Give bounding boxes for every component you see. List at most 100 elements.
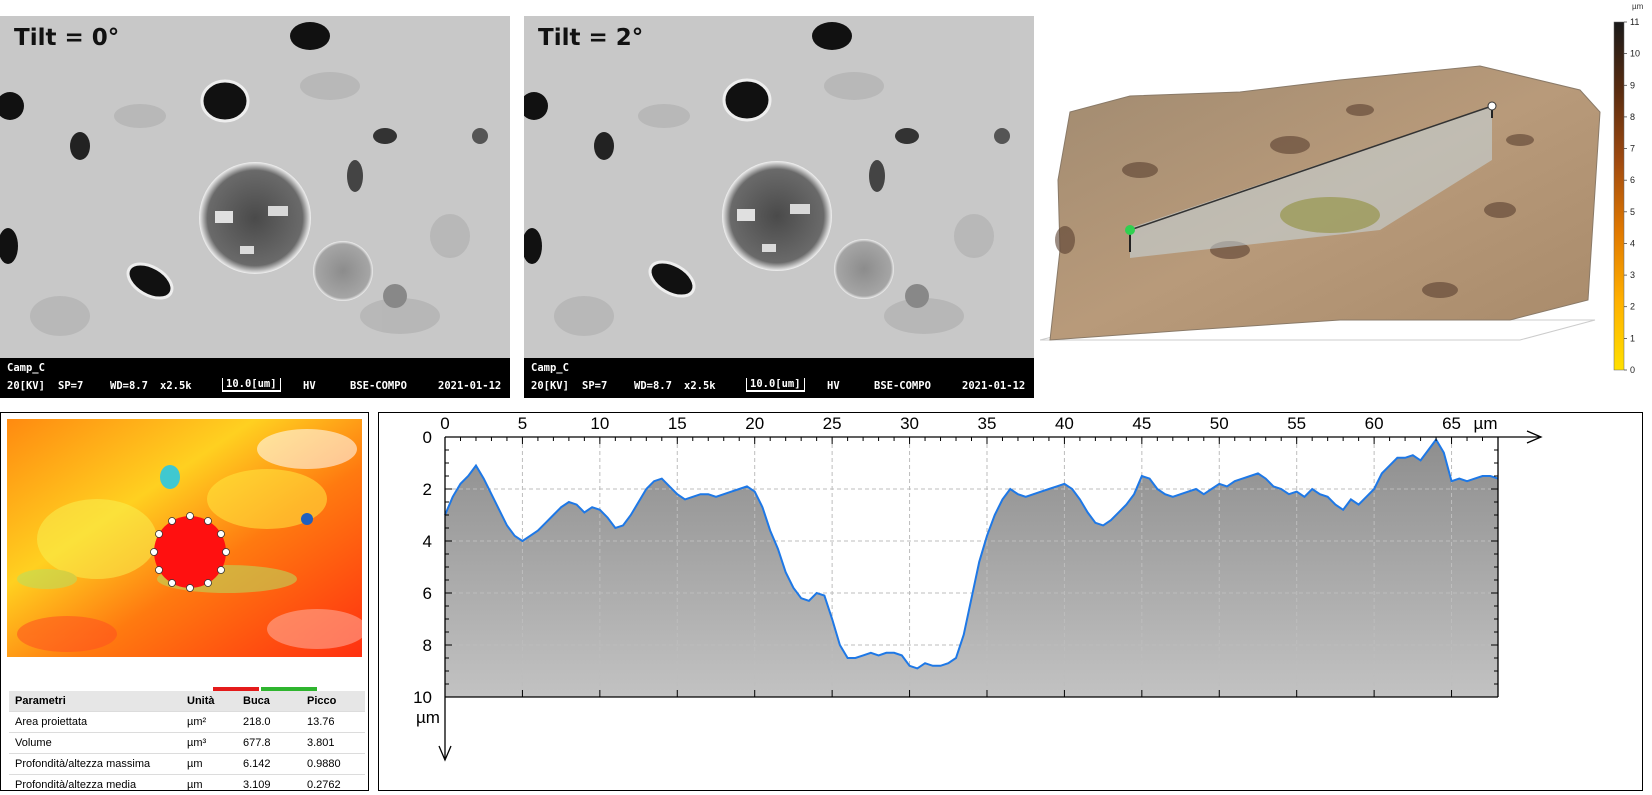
header-parametri: Parametri xyxy=(9,691,181,712)
x-tick-label: 40 xyxy=(1055,414,1074,433)
analysis-panel: Parametri Unità Buca Picco Area proietta… xyxy=(0,412,369,791)
table-row: Area proiettata µm² 218.0 13.76 xyxy=(9,712,365,733)
colorbar-tick-label: 5 xyxy=(1630,207,1635,217)
x-tick-label: 0 xyxy=(440,414,449,433)
x-tick-label: 30 xyxy=(900,414,919,433)
working-distance: WD=8.7 xyxy=(634,380,672,392)
profile-start-marker[interactable] xyxy=(1125,225,1135,235)
sem-info-bar: Camp_C 20[KV] SP=7 WD=8.7 x2.5k 10.0[um]… xyxy=(524,358,1034,398)
x-tick-label: 35 xyxy=(978,414,997,433)
y-tick-label: 6 xyxy=(423,584,432,603)
sem-image-tilt-2: Tilt = 2° Camp_C 20[KV] SP=7 WD=8.7 x2.5… xyxy=(524,16,1034,398)
param-buca: 3.109 xyxy=(237,775,301,795)
scale-bar: 10.0[um] xyxy=(746,378,805,392)
pore-cavity xyxy=(1280,197,1380,233)
table-row: Profondità/altezza massima µm 6.142 0.98… xyxy=(9,754,365,775)
spot-size: SP=7 xyxy=(58,380,83,392)
acquisition-date: 2021-01-12 xyxy=(438,380,501,392)
peak-spot xyxy=(160,465,180,489)
sample-name: Camp_C xyxy=(531,362,569,374)
y-tick-label: 0 xyxy=(423,428,432,447)
profile-chart: 05101520253035404550556065µm0246810µm xyxy=(379,413,1642,790)
scale-bar: 10.0[um] xyxy=(222,378,281,392)
x-tick-label: 15 xyxy=(668,414,687,433)
tilt-label: Tilt = 0° xyxy=(14,25,119,51)
colorbar-tick-label: 2 xyxy=(1630,302,1635,312)
colorbar-tick-label: 1 xyxy=(1630,333,1635,343)
param-name: Volume xyxy=(9,733,181,754)
param-picco: 3.801 xyxy=(301,733,365,754)
param-name: Profondità/altezza media xyxy=(9,775,181,795)
param-name: Profondità/altezza massima xyxy=(9,754,181,775)
y-unit-label: µm xyxy=(416,708,440,727)
param-buca: 218.0 xyxy=(237,712,301,733)
header-unita: Unità xyxy=(181,691,237,712)
table-header-row: Parametri Unità Buca Picco xyxy=(9,691,365,712)
working-distance: WD=8.7 xyxy=(110,380,148,392)
detector-mode: BSE-COMPO xyxy=(350,380,407,392)
surface-3d-view xyxy=(1040,0,1652,395)
acquisition-date: 2021-01-12 xyxy=(962,380,1025,392)
colorbar-tick-label: 11 xyxy=(1630,18,1639,27)
x-tick-label: 55 xyxy=(1287,414,1306,433)
hv-label: HV xyxy=(303,380,316,392)
colorbar-tick-label: 4 xyxy=(1630,238,1635,248)
y-tick-label: 10 xyxy=(413,688,432,707)
voltage: 20[KV] xyxy=(7,380,45,392)
param-unit: µm³ xyxy=(181,733,237,754)
deviation-map xyxy=(7,419,362,657)
x-tick-label: 25 xyxy=(823,414,842,433)
x-tick-label: 10 xyxy=(590,414,609,433)
table-row: Volume µm³ 677.8 3.801 xyxy=(9,733,365,754)
colorbar-scale: 0 1 2 3 4 5 6 7 8 9 10 11 xyxy=(1608,18,1648,390)
header-picco: Picco xyxy=(301,691,365,712)
param-unit: µm² xyxy=(181,712,237,733)
colorbar-unit: µm xyxy=(1632,2,1643,11)
param-picco: 13.76 xyxy=(301,712,365,733)
spot-size: SP=7 xyxy=(582,380,607,392)
param-buca: 6.142 xyxy=(237,754,301,775)
hv-label: HV xyxy=(827,380,840,392)
x-tick-label: 5 xyxy=(518,414,527,433)
x-unit-label: µm xyxy=(1474,414,1498,433)
detector-mode: BSE-COMPO xyxy=(874,380,931,392)
table-row: Profondità/altezza media µm 3.109 0.2762 xyxy=(9,775,365,795)
colorbar-tick-label: 8 xyxy=(1630,112,1635,122)
voltage: 20[KV] xyxy=(531,380,569,392)
x-tick-label: 60 xyxy=(1365,414,1384,433)
colorbar-tick-label: 6 xyxy=(1630,175,1635,185)
x-tick-label: 65 xyxy=(1442,414,1461,433)
param-picco: 0.2762 xyxy=(301,775,365,795)
y-tick-label: 2 xyxy=(423,480,432,499)
profile-chart-panel: 05101520253035404550556065µm0246810µm xyxy=(378,412,1643,791)
x-tick-label: 45 xyxy=(1132,414,1151,433)
magnification: x2.5k xyxy=(684,380,716,392)
colorbar-gradient xyxy=(1614,22,1624,370)
sem-info-bar: Camp_C 20[KV] SP=7 WD=8.7 x2.5k 10.0[um]… xyxy=(0,358,510,398)
magnification: x2.5k xyxy=(160,380,192,392)
param-unit: µm xyxy=(181,754,237,775)
colorbar-tick-label: 3 xyxy=(1630,270,1635,280)
y-tick-label: 8 xyxy=(423,636,432,655)
parameters-table: Parametri Unità Buca Picco Area proietta… xyxy=(9,691,365,795)
x-tick-label: 50 xyxy=(1210,414,1229,433)
profile-area xyxy=(445,440,1498,697)
x-tick-label: 20 xyxy=(745,414,764,433)
height-colorbar: 01234567891011 µm xyxy=(1608,18,1648,390)
header-buca: Buca xyxy=(237,691,301,712)
sem-micrograph xyxy=(0,16,510,398)
param-buca: 677.8 xyxy=(237,733,301,754)
colorbar-tick-label: 0 xyxy=(1630,365,1635,375)
sample-name: Camp_C xyxy=(7,362,45,374)
sem-image-tilt-0: Tilt = 0° Camp_C 20[KV] SP=7 WD=8.7 x2.5… xyxy=(0,16,510,398)
tilt-label: Tilt = 2° xyxy=(538,25,643,51)
param-picco: 0.9880 xyxy=(301,754,365,775)
param-name: Area proiettata xyxy=(9,712,181,733)
colorbar-tick-label: 10 xyxy=(1630,49,1640,59)
pore-region[interactable] xyxy=(154,516,226,588)
y-tick-label: 4 xyxy=(423,532,432,551)
profile-end-marker[interactable] xyxy=(1488,102,1496,110)
param-unit: µm xyxy=(181,775,237,795)
colorbar-tick-label: 7 xyxy=(1630,144,1635,154)
colorbar-tick-label: 9 xyxy=(1630,80,1635,90)
